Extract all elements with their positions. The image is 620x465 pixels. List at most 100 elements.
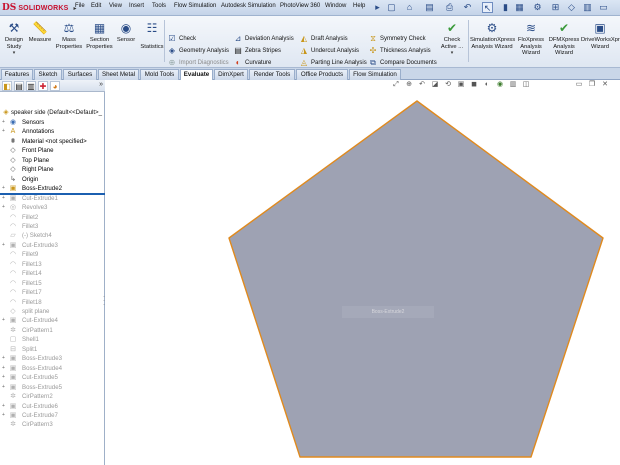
tab-mold-tools[interactable]: Mold Tools	[140, 69, 179, 80]
expand-plus-icon[interactable]: +	[2, 364, 7, 373]
feature-manager-icon[interactable]: ◧	[2, 81, 12, 91]
expand-plus-icon[interactable]: +	[2, 118, 7, 127]
display-manager-icon[interactable]: ◕	[50, 81, 60, 91]
tree-item[interactable]: ▱ (-) Sketch4	[0, 231, 103, 240]
statistics-button[interactable]: ☷ Statistics	[138, 18, 166, 64]
expand-plus-icon[interactable]: +	[2, 203, 7, 212]
measure-button[interactable]: 📏 Measure	[27, 18, 53, 64]
tree-item[interactable]: + ▣ Cut-Extrude6	[0, 402, 103, 411]
options-gear-icon[interactable]: ⚙	[532, 2, 543, 13]
tree-item[interactable]: ✲ CirPattern2	[0, 392, 103, 401]
tree-item[interactable]: ✲ CirPattern3	[0, 420, 103, 429]
tab-features[interactable]: Features	[1, 69, 33, 80]
tree-item[interactable]: ◠ Fillet13	[0, 260, 103, 269]
menu-insert[interactable]: Insert	[129, 3, 144, 9]
tree-item[interactable]: ↳ Origin	[0, 175, 103, 184]
tree-item[interactable]: ◠ Fillet18	[0, 298, 103, 307]
tree-item[interactable]: ▢ Shell1	[0, 335, 103, 344]
file-properties-icon[interactable]: ▦	[514, 2, 525, 13]
tree-item[interactable]: ◠ Fillet2	[0, 213, 103, 222]
expand-plus-icon[interactable]: +	[2, 402, 7, 411]
deviation-analysis-button[interactable]: ⊿ Deviation Analysis	[233, 33, 294, 45]
menu-view[interactable]: View	[109, 3, 122, 9]
property-manager-icon[interactable]: ▤	[14, 81, 24, 91]
tree-item[interactable]: + ▣ Cut-Extrude5	[0, 373, 103, 382]
smart-dimension-icon[interactable]: ◇	[566, 2, 577, 13]
menu-window[interactable]: Window	[325, 3, 346, 9]
rectangle-tool-icon[interactable]: ▭	[598, 2, 609, 13]
graphics-area[interactable]: ⤢ ⊕ ↶ ◪ ⟲ ▣ ◼ ◐ ◉ ▥ ◫ ▭ ❐ ✕ Boss-Extrude…	[106, 80, 620, 465]
tab-dimxpert[interactable]: DimXpert	[214, 69, 248, 80]
tab-office-products[interactable]: Office Products	[296, 69, 348, 80]
menu-edit[interactable]: Edit	[91, 3, 101, 9]
tree-item[interactable]: + ▣ Cut-Extrude4	[0, 316, 103, 325]
driveworksxpress-button[interactable]: ▣ DriveWorksXpress Wizard	[581, 18, 620, 64]
sketch-toolbar-icon[interactable]: ⊞	[550, 2, 561, 13]
expand-plus-icon[interactable]: +	[2, 373, 7, 382]
open-folder-icon[interactable]: ⌂	[404, 2, 415, 13]
tree-item[interactable]: + ▣ Boss-Extrude3	[0, 354, 103, 363]
expand-plus-icon[interactable]: +	[2, 194, 7, 203]
tree-item[interactable]: ◠ Fillet14	[0, 269, 103, 278]
expand-plus-icon[interactable]: +	[2, 241, 7, 250]
tree-root-part[interactable]: ◈ speaker side (Default<<Default>_	[0, 108, 105, 117]
floxpress-button[interactable]: ≋ FloXpress Analysis Wizard	[515, 18, 547, 64]
tree-item[interactable]: ◠ Fillet17	[0, 288, 103, 297]
tab-surfaces[interactable]: Surfaces	[63, 69, 97, 80]
expand-plus-icon[interactable]: +	[2, 127, 7, 136]
expand-plus-icon[interactable]: +	[2, 411, 7, 420]
thickness-analysis-button[interactable]: ✣ Thickness Analysis	[368, 45, 431, 57]
tree-item[interactable]: ◇ Right Plane	[0, 165, 103, 174]
tree-item[interactable]: ◇ Top Plane	[0, 156, 103, 165]
menu-autodesk-simulation[interactable]: Autodesk Simulation	[221, 3, 276, 9]
tree-item[interactable]: + ◎ Revolve3	[0, 203, 103, 212]
menu-help[interactable]: Help	[353, 3, 365, 9]
tree-item[interactable]: + ▣ Cut-Extrude1	[0, 194, 103, 203]
select-pointer-icon[interactable]: ↖	[482, 2, 493, 13]
zebra-stripes-button[interactable]: ▤ Zebra Stripes	[233, 45, 281, 57]
part-model[interactable]	[106, 80, 620, 465]
tab-sheet-metal[interactable]: Sheet Metal	[98, 69, 139, 80]
expand-plus-icon[interactable]: +	[2, 354, 7, 363]
menu-file[interactable]: File	[75, 3, 85, 9]
tree-item[interactable]: + ◉ Sensors	[0, 118, 103, 127]
tree-item[interactable]: ◠ Fillet3	[0, 222, 103, 231]
dfmxpress-button[interactable]: ✔ DFMXpress Analysis Wizard	[548, 18, 580, 64]
dimxpert-manager-icon[interactable]: ✚	[38, 81, 48, 91]
rebuild-icon[interactable]: ▮	[500, 2, 511, 13]
undercut-analysis-button[interactable]: ◮ Undercut Analysis	[299, 45, 359, 57]
tree-item[interactable]: ⊟ Split1	[0, 345, 103, 354]
print-icon[interactable]: ⎙	[444, 2, 455, 13]
menu-tools[interactable]: Tools	[152, 3, 166, 9]
expand-plus-icon[interactable]: +	[2, 316, 7, 325]
configuration-manager-icon[interactable]: ▥	[26, 81, 36, 91]
mass-properties-button[interactable]: ⚖ Mass Properties	[54, 18, 84, 64]
sensor-button[interactable]: ◉ Sensor	[115, 18, 137, 64]
tree-item[interactable]: ✲ CirPattern1	[0, 326, 103, 335]
tree-item[interactable]: ◠ Fillet9	[0, 250, 103, 259]
double-chevron-right-icon[interactable]: »	[99, 81, 103, 88]
tab-sketch[interactable]: Sketch	[34, 69, 62, 80]
draft-analysis-button[interactable]: ◭ Draft Analysis	[299, 33, 348, 45]
tree-item[interactable]: + ▣ Boss-Extrude5	[0, 383, 103, 392]
save-icon[interactable]: ▤	[424, 2, 435, 13]
undo-icon[interactable]: ↶	[462, 2, 473, 13]
symmetry-check-button[interactable]: ⧖ Symmetry Check	[368, 33, 426, 45]
tree-item[interactable]: ◠ Fillet15	[0, 279, 103, 288]
rollback-bar[interactable]	[0, 193, 105, 195]
section-properties-button[interactable]: ▦ Section Properties	[85, 18, 114, 64]
tree-item[interactable]: + ▣ Boss-Extrude4	[0, 364, 103, 373]
expand-plus-icon[interactable]: +	[2, 383, 7, 392]
tree-item[interactable]: + ▣ Cut-Extrude3	[0, 241, 103, 250]
tab-flow-simulation[interactable]: Flow Simulation	[349, 69, 401, 80]
tree-item[interactable]: + A Annotations	[0, 127, 103, 136]
tree-item[interactable]: ◇ split plane	[0, 307, 103, 316]
check-button[interactable]: ☑ Check	[167, 33, 196, 45]
tree-item[interactable]: ⩩ Material <not specified>	[0, 137, 103, 146]
tab-render-tools[interactable]: Render Tools	[249, 69, 295, 80]
tab-evaluate[interactable]: Evaluate	[180, 69, 213, 80]
check-active-button[interactable]: ✔ Check Active ... ▾	[437, 18, 467, 64]
design-study-button[interactable]: ⚒ Design Study ▾	[2, 18, 26, 64]
tree-item[interactable]: + ▣ Cut-Extrude7	[0, 411, 103, 420]
layer-icon[interactable]: ▥	[582, 2, 593, 13]
